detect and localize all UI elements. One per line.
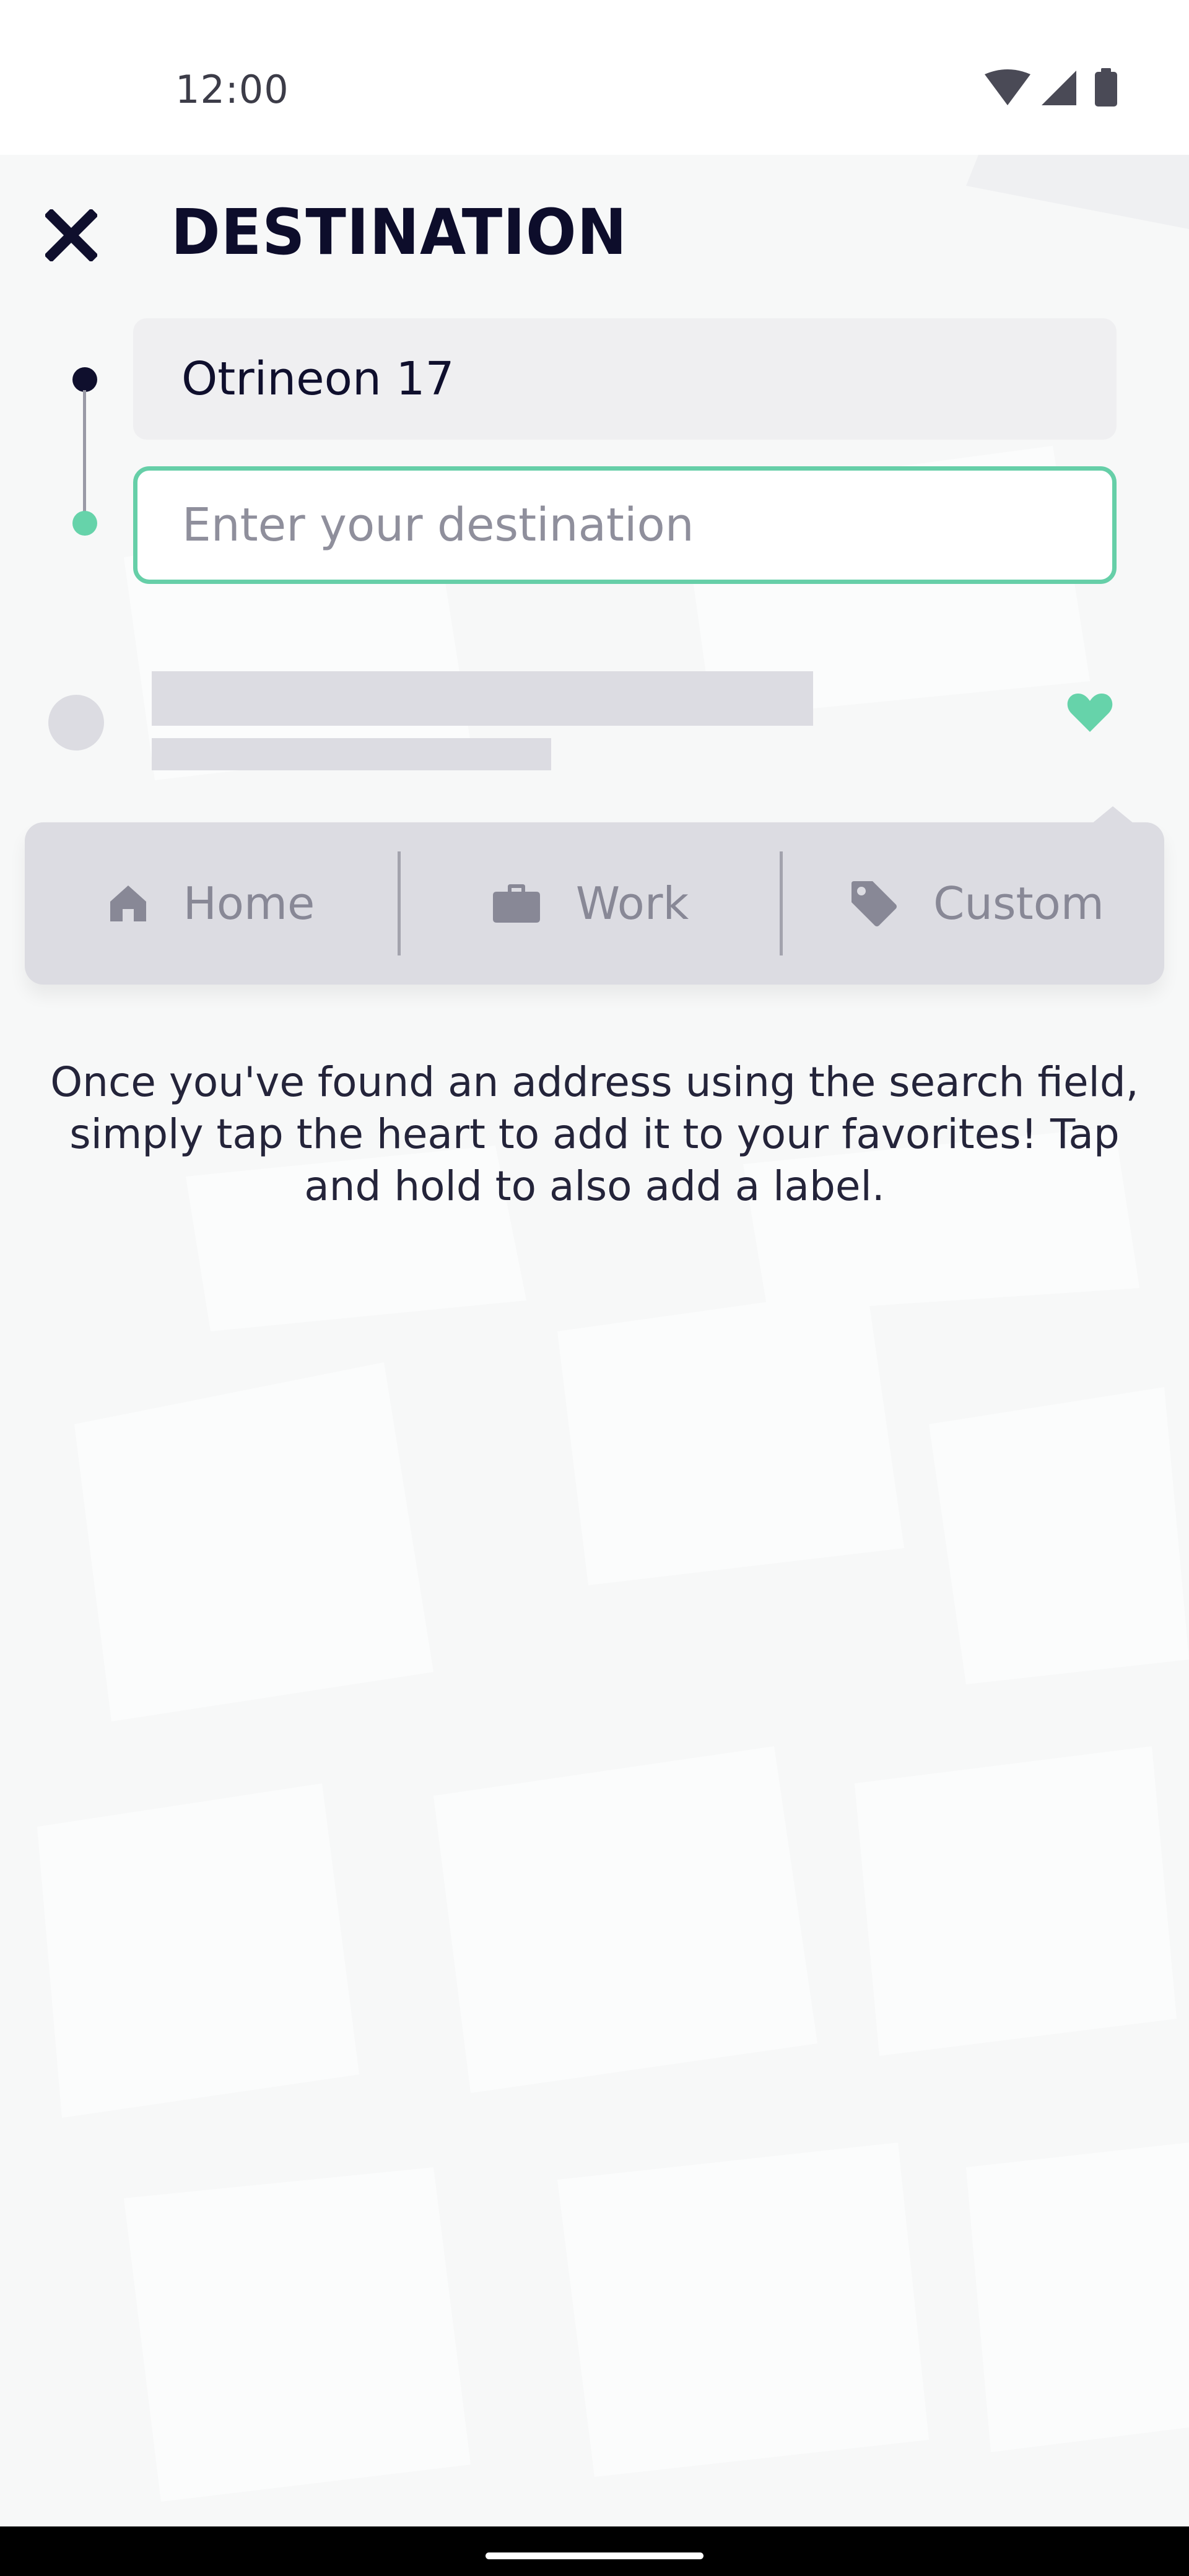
label-option-home-text: Home [183, 877, 315, 929]
status-time: 12:00 [175, 67, 289, 112]
system-navigation-bar [0, 2526, 1189, 2576]
label-options-popup: Home Work Custom [25, 806, 1164, 985]
close-button[interactable] [34, 198, 108, 272]
heart-icon [1067, 694, 1113, 732]
route-start-dot [72, 367, 97, 392]
status-icons [985, 68, 1133, 111]
home-icon [110, 886, 146, 921]
favorite-placeholder-row [0, 656, 1189, 780]
cellular-signal-icon [1042, 71, 1076, 105]
popup-pointer [1092, 806, 1134, 824]
skeleton-avatar [48, 695, 104, 751]
label-option-custom[interactable]: Custom [783, 822, 1170, 985]
origin-field[interactable]: Otrineon 17 [133, 318, 1117, 440]
origin-value: Otrineon 17 [181, 352, 455, 406]
skeleton-title [152, 671, 813, 726]
label-option-work-text: Work [575, 877, 689, 929]
route-end-dot [72, 511, 97, 536]
label-option-work[interactable]: Work [401, 822, 780, 985]
label-option-custom-text: Custom [933, 877, 1104, 929]
wifi-icon [985, 69, 1030, 105]
status-bar: 12:00 [0, 0, 1189, 155]
page-title: DESTINATION [171, 195, 627, 269]
skeleton-subtitle [152, 738, 551, 770]
tag-icon [851, 881, 897, 926]
home-gesture-handle[interactable] [486, 2552, 703, 2559]
header: DESTINATION [0, 155, 1189, 303]
battery-icon [1095, 68, 1117, 107]
route-connector-line [83, 390, 86, 520]
destination-input[interactable] [133, 466, 1117, 584]
favorites-hint-text: Once you've found an address using the s… [50, 1058, 1139, 1210]
label-option-home[interactable]: Home [25, 822, 398, 985]
briefcase-icon [492, 884, 540, 923]
close-icon [45, 209, 97, 261]
favorite-heart-button[interactable] [1065, 687, 1115, 737]
route-inputs: Otrineon 17 [0, 310, 1189, 594]
